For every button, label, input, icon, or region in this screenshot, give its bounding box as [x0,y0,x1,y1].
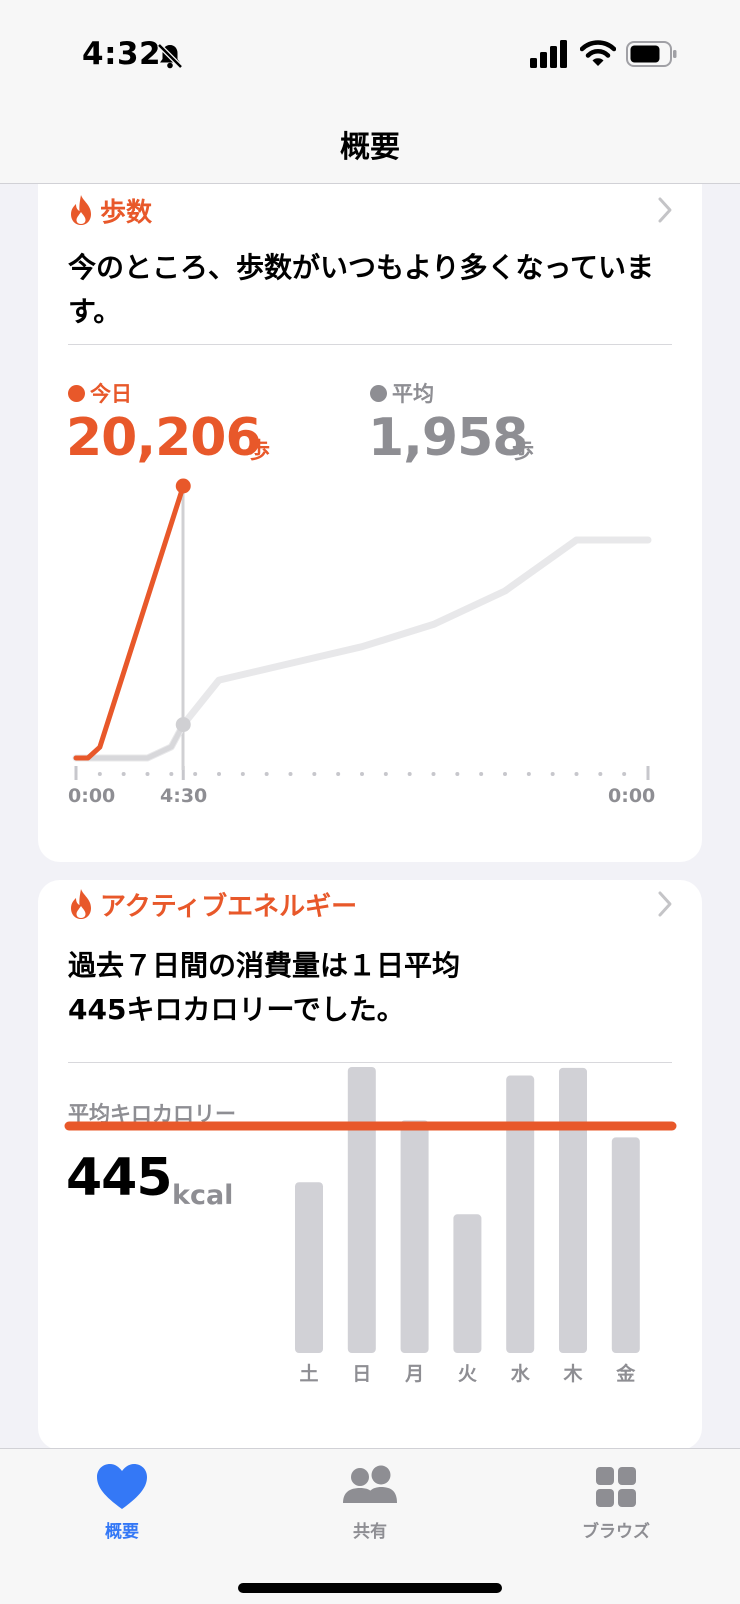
bell-slash-icon [157,43,183,69]
grid-icon [596,1467,636,1507]
x-axis-tick [288,772,293,776]
bar-0 [295,1182,323,1353]
navigation-bar: 概要 [0,110,740,184]
wifi-icon [580,40,616,66]
x-label-start: 0:00 [68,785,115,807]
x-label-current: 4:30 [160,785,207,807]
cellular-signal-icon [530,40,567,68]
day-label-2: 月 [404,1363,424,1385]
average-current-point [175,717,191,733]
x-axis-tick [622,772,627,776]
x-label-end: 0:00 [608,785,655,807]
x-axis-tick [217,772,221,776]
heart-icon [97,1464,147,1509]
tab-sharing[interactable]: 共有 [300,1461,440,1557]
x-axis-tick [383,772,388,776]
bar-1 [347,1067,376,1353]
x-axis-tick [312,772,317,776]
battery-icon [626,41,677,67]
x-axis-tick [240,772,245,776]
tab-sharing-label: 共有 [353,1522,387,1542]
day-label-4: 水 [511,1363,531,1385]
x-axis-tick [455,772,460,776]
steps-card[interactable]: 歩数 今のところ、歩数がいつもより多くなっています。 今日 20,206 歩 平… [38,160,702,862]
average-series-line [72,536,652,762]
home-indicator[interactable] [238,1583,502,1593]
people-icon [343,1465,397,1503]
bar-4 [506,1075,535,1353]
bar-2 [400,1120,429,1353]
x-axis-tick [503,772,507,776]
tab-summary[interactable]: 概要 [52,1461,192,1557]
status-bar: 4:32 [0,0,740,110]
bar-6 [611,1137,640,1353]
x-axis-tick [407,772,412,776]
status-time: 4:32 [82,36,162,72]
x-axis-tick [97,772,102,776]
day-label-6: 金 [615,1362,636,1385]
tab-browse-label: ブラウズ [582,1522,650,1542]
bar-3 [453,1214,482,1353]
x-axis-tick [598,772,603,776]
x-axis-tick [479,772,484,776]
x-axis-tick [169,772,174,776]
day-label-5: 木 [562,1362,583,1385]
x-axis-tick [121,772,126,776]
x-axis-tick [574,772,579,776]
x-axis-tick [360,772,364,776]
today-current-point [175,478,191,494]
x-axis-tick [336,772,341,776]
today-series-line [73,483,186,761]
tab-summary-label: 概要 [105,1522,139,1542]
day-label-1: 日 [352,1363,371,1385]
x-axis-tick [431,772,436,776]
steps-chart: 0:00 4:30 0:00 [68,478,655,807]
x-axis-tick [145,772,150,776]
x-axis-tick [264,772,269,776]
active-energy-bar-chart: 土日月火水木金 [64,1067,677,1385]
tab-browse[interactable]: ブラウズ [546,1461,686,1557]
active-energy-card[interactable]: アクティブエネルギー 過去７日間の消費量は１日平均 445キロカロリーでした。 … [38,880,702,1450]
tab-bar: 概要 共有 ブラウズ [0,1448,740,1604]
day-label-0: 土 [299,1363,318,1385]
day-label-3: 火 [458,1363,478,1385]
bar-5 [559,1067,587,1353]
x-axis-tick [193,772,198,776]
page-title: 概要 [340,130,400,165]
x-axis-tick [550,772,555,776]
x-axis-tick [526,772,531,776]
